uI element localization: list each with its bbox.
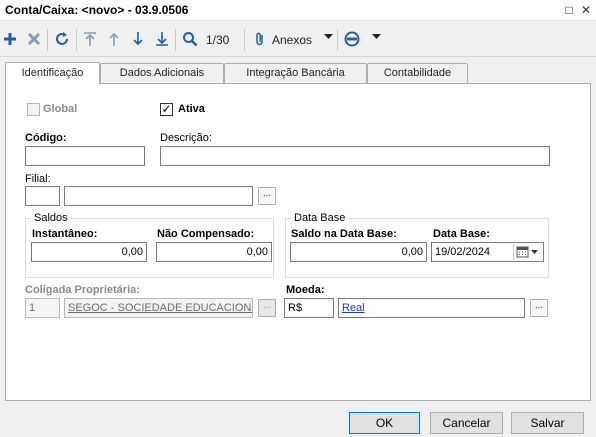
next-icon[interactable] bbox=[131, 31, 145, 49]
last-icon[interactable] bbox=[155, 31, 169, 49]
previous-icon[interactable] bbox=[107, 31, 121, 49]
paperclip-icon[interactable] bbox=[254, 31, 266, 49]
moeda-label: Moeda: bbox=[286, 284, 325, 296]
saldo-data-base-field[interactable]: 0,00 bbox=[290, 242, 427, 262]
filial-lookup-button[interactable]: ... bbox=[258, 187, 276, 205]
saldos-group-title: Saldos bbox=[31, 212, 71, 224]
instantaneo-label: Instantâneo: bbox=[32, 228, 98, 240]
instantaneo-field[interactable]: 0,00 bbox=[31, 242, 147, 262]
calendar-icon[interactable] bbox=[513, 244, 541, 262]
attachments-menu[interactable]: Anexos bbox=[272, 33, 312, 47]
ativa-label: Ativa bbox=[178, 103, 205, 115]
filial-name-field[interactable] bbox=[64, 186, 253, 206]
ok-button[interactable]: OK bbox=[349, 412, 420, 434]
saldo-data-base-label: Saldo na Data Base: bbox=[291, 228, 397, 240]
tab-panel-identificacao: Global ✓ Ativa Código: Descrição: Filial… bbox=[5, 83, 591, 401]
coligada-code-field[interactable]: 1 bbox=[25, 298, 60, 318]
moeda-lookup-button[interactable]: ... bbox=[530, 299, 548, 317]
toolbar-separator bbox=[244, 29, 245, 51]
refresh-icon[interactable] bbox=[54, 31, 70, 49]
filial-code-field[interactable] bbox=[25, 186, 60, 206]
first-icon[interactable] bbox=[83, 31, 97, 49]
search-icon[interactable] bbox=[182, 31, 198, 49]
restore-button[interactable]: □ bbox=[561, 2, 577, 18]
coligada-name-field[interactable]: SEGOC - SOCIEDADE EDUCACIONAL bbox=[64, 298, 253, 318]
toolbar-separator bbox=[47, 29, 48, 51]
tab-contabilidade[interactable]: Contabilidade bbox=[367, 63, 468, 83]
moeda-name-field[interactable]: Real bbox=[338, 298, 525, 318]
nao-compensado-field[interactable]: 0,00 bbox=[156, 242, 272, 262]
ativa-checkbox[interactable]: ✓ bbox=[160, 103, 173, 116]
descricao-label: Descrição: bbox=[160, 132, 212, 144]
global-label: Global bbox=[43, 103, 78, 115]
toolbar-separator bbox=[337, 29, 338, 51]
tab-identificacao[interactable]: Identificação bbox=[5, 62, 100, 84]
coligada-lookup-button[interactable]: ... bbox=[258, 299, 276, 317]
cancel-button[interactable]: Cancelar bbox=[430, 412, 503, 434]
data-base-label: Data Base: bbox=[433, 228, 490, 240]
close-button[interactable]: ✕ bbox=[578, 2, 594, 18]
tab-integracao-bancaria[interactable]: Integração Bancária bbox=[224, 63, 367, 83]
descricao-field[interactable] bbox=[160, 146, 550, 166]
moeda-code-field[interactable]: R$ bbox=[284, 298, 334, 318]
add-icon[interactable] bbox=[3, 31, 17, 49]
window-title: Conta/Caixa: <novo> - 03.9.0506 bbox=[5, 3, 189, 17]
toolbar-separator bbox=[76, 29, 77, 51]
toolbar-separator bbox=[175, 29, 176, 51]
dropdown-arrow-icon[interactable] bbox=[372, 34, 381, 52]
dialog-footer: OK Cancelar Salvar bbox=[0, 402, 596, 437]
toolbar: 1/30 Anexos bbox=[0, 22, 596, 57]
nao-compensado-label: Não Compensado: bbox=[157, 228, 255, 240]
title-bar: Conta/Caixa: <novo> - 03.9.0506 □ ✕ bbox=[0, 0, 596, 21]
tab-bar: Identificação Dados Adicionais Integraçã… bbox=[0, 62, 596, 84]
record-counter: 1/30 bbox=[206, 33, 230, 47]
codigo-field[interactable] bbox=[25, 146, 145, 166]
options-icon[interactable] bbox=[344, 31, 360, 49]
dropdown-arrow-icon[interactable] bbox=[324, 34, 333, 52]
coligada-label: Coligada Proprietária: bbox=[25, 284, 140, 296]
data-base-group-title: Data Base bbox=[291, 212, 349, 224]
codigo-label: Código: bbox=[25, 132, 67, 144]
delete-icon[interactable] bbox=[27, 31, 41, 49]
save-button[interactable]: Salvar bbox=[511, 412, 584, 434]
global-checkbox[interactable] bbox=[27, 103, 40, 116]
tab-dados-adicionais[interactable]: Dados Adicionais bbox=[100, 63, 224, 83]
filial-label: Filial: bbox=[25, 173, 51, 185]
